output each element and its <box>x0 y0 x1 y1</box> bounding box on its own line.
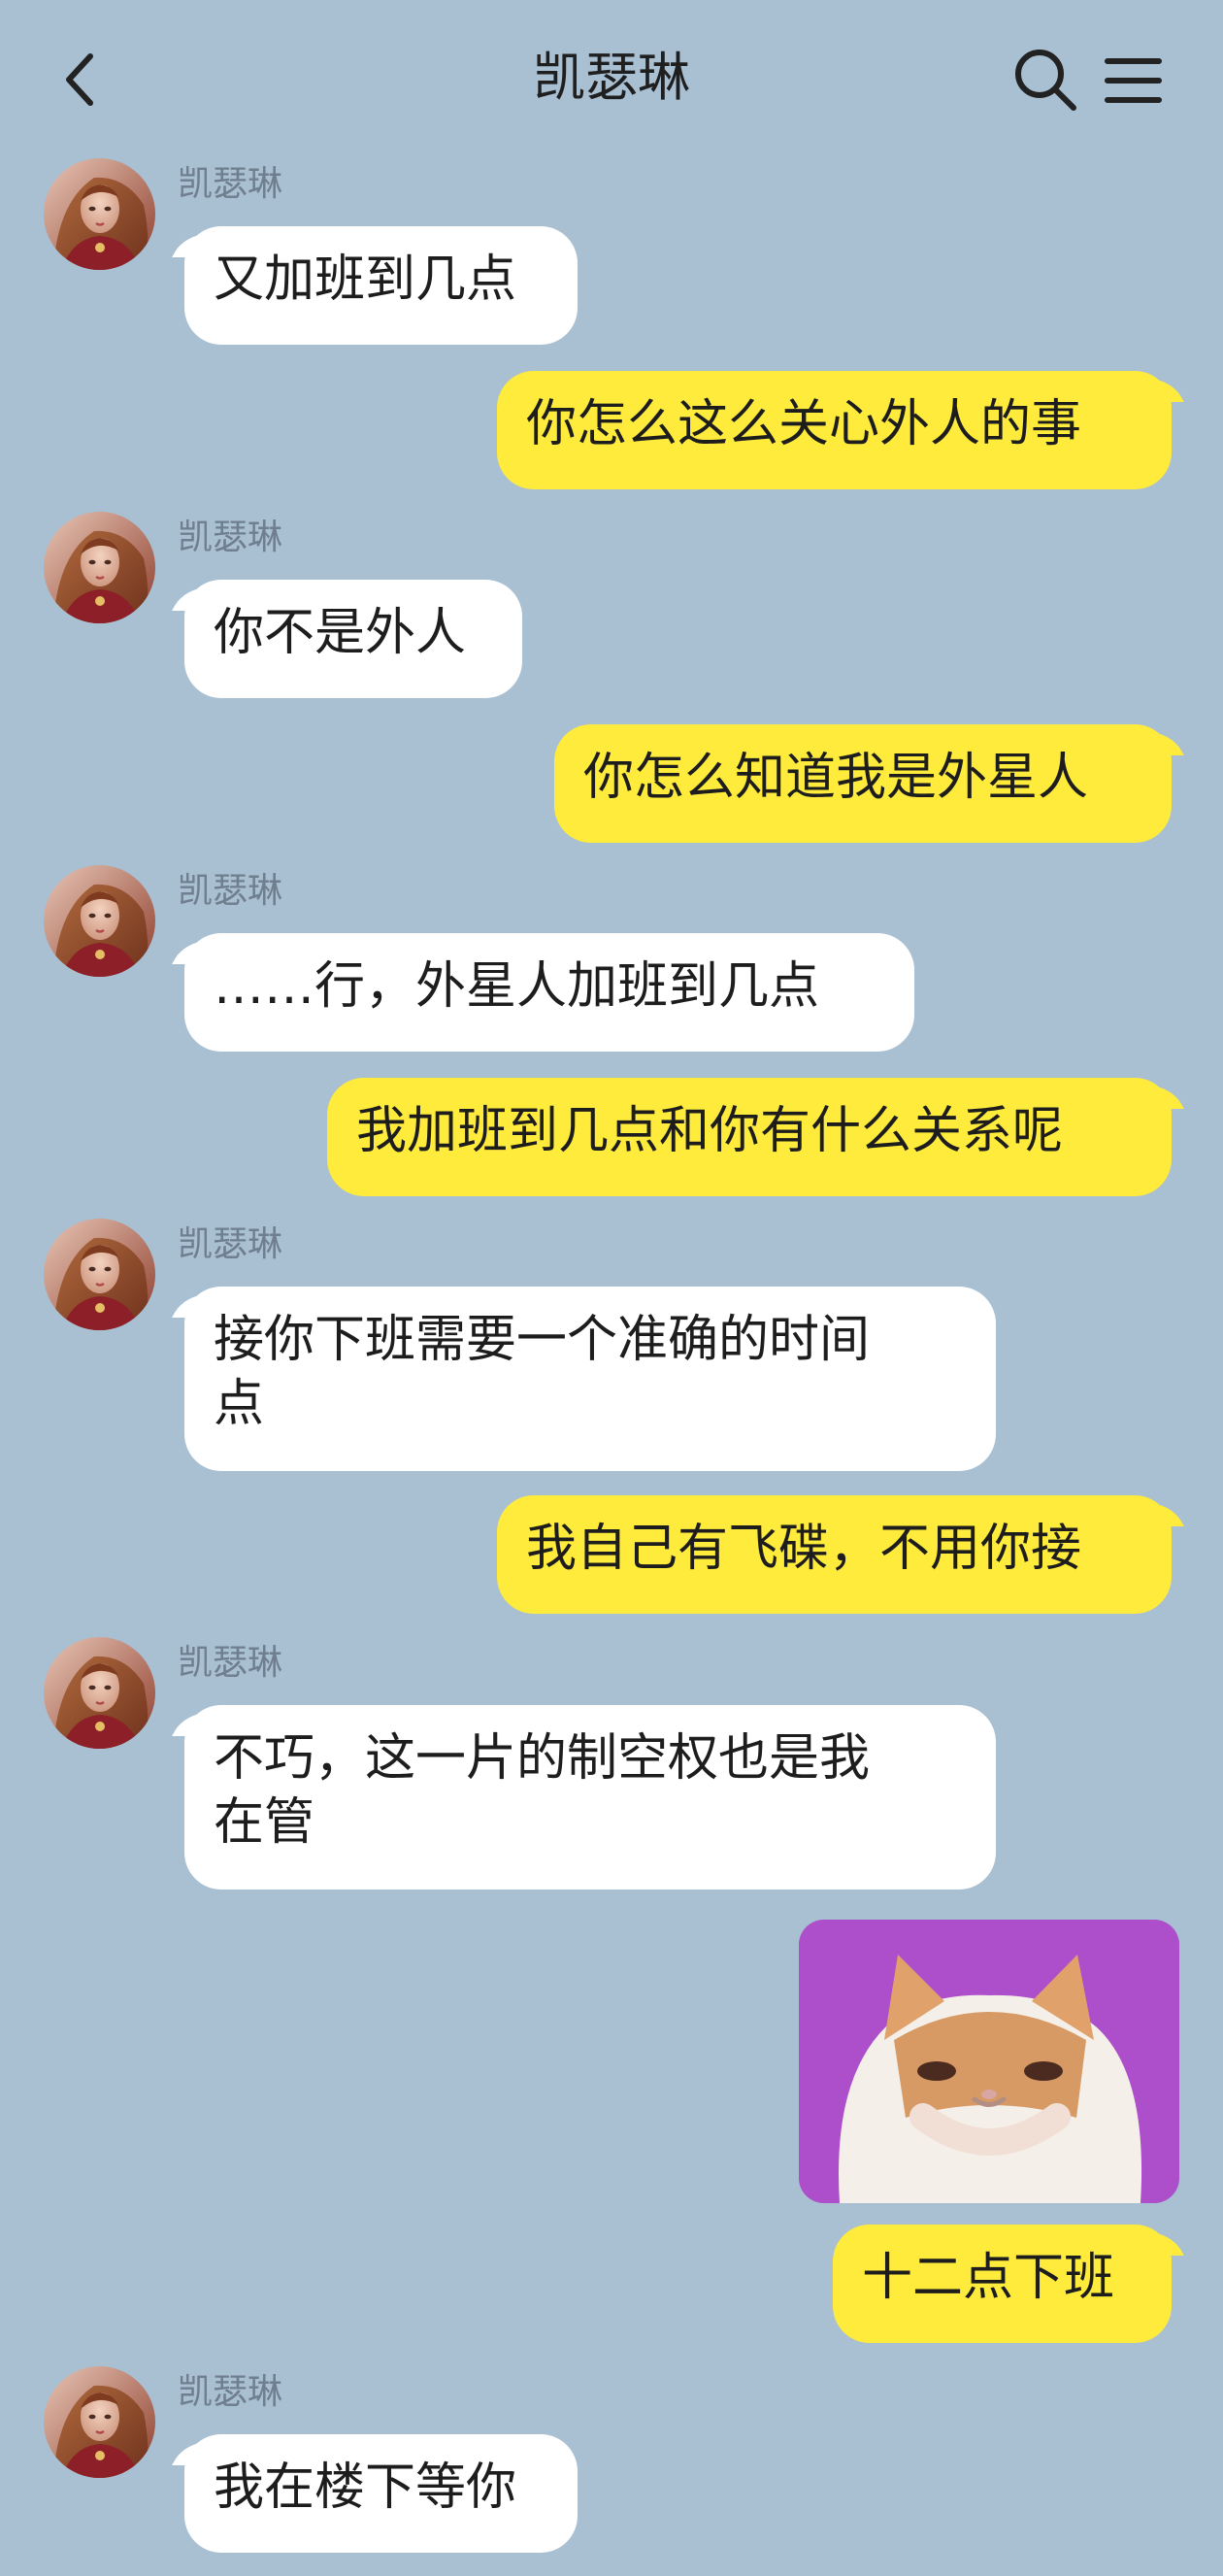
katherine-avatar <box>44 1219 155 1330</box>
avatar[interactable] <box>44 865 155 977</box>
avatar[interactable] <box>44 2366 155 2478</box>
menu-icon <box>1105 58 1162 103</box>
sender-name: 凯瑟琳 <box>178 2372 283 2412</box>
message-bubble-incoming[interactable]: ……行，外星人加班到几点 <box>184 933 914 1052</box>
message-bubble-incoming[interactable]: 不巧，这一片的制空权也是我 在管 <box>184 1705 996 1890</box>
message-bubble-incoming[interactable]: 你不是外人 <box>184 580 522 698</box>
sender-name: 凯瑟琳 <box>178 518 283 557</box>
avatar[interactable] <box>44 158 155 270</box>
avatar[interactable] <box>44 1637 155 1749</box>
search-button[interactable] <box>1009 44 1082 117</box>
back-button[interactable] <box>53 41 112 118</box>
message-bubble-outgoing[interactable]: 你怎么这么关心外人的事 <box>497 371 1172 489</box>
sender-name: 凯瑟琳 <box>178 1224 283 1264</box>
cat-face-icon <box>799 1920 1179 2203</box>
message-bubble-outgoing[interactable]: 你怎么知道我是外星人 <box>554 724 1172 843</box>
message-bubble-incoming[interactable]: 接你下班需要一个准确的时间 点 <box>184 1287 996 1471</box>
search-icon <box>1015 50 1076 111</box>
katherine-avatar <box>44 865 155 977</box>
avatar[interactable] <box>44 512 155 623</box>
message-bubble-incoming[interactable]: 我在楼下等你 <box>184 2434 578 2553</box>
katherine-avatar <box>44 2366 155 2478</box>
message-bubble-incoming[interactable]: 又加班到几点 <box>184 226 578 345</box>
message-bubble-outgoing[interactable]: 十二点下班 <box>833 2225 1172 2343</box>
cat-meme-sticker[interactable] <box>799 1920 1179 2203</box>
katherine-avatar <box>44 1637 155 1749</box>
avatar[interactable] <box>44 1219 155 1330</box>
katherine-avatar <box>44 512 155 623</box>
chevron-left-icon <box>66 53 93 106</box>
menu-button[interactable] <box>1102 49 1165 112</box>
sender-name: 凯瑟琳 <box>178 164 283 204</box>
chat-title: 凯瑟琳 <box>533 47 690 108</box>
message-bubble-outgoing[interactable]: 我加班到几点和你有什么关系呢 <box>327 1078 1172 1196</box>
chat-header: 凯瑟琳 <box>0 0 1223 155</box>
sender-name: 凯瑟琳 <box>178 1643 283 1683</box>
message-bubble-outgoing[interactable]: 我自己有飞碟，不用你接 <box>497 1495 1172 1614</box>
katherine-avatar <box>44 158 155 270</box>
sender-name: 凯瑟琳 <box>178 871 283 911</box>
